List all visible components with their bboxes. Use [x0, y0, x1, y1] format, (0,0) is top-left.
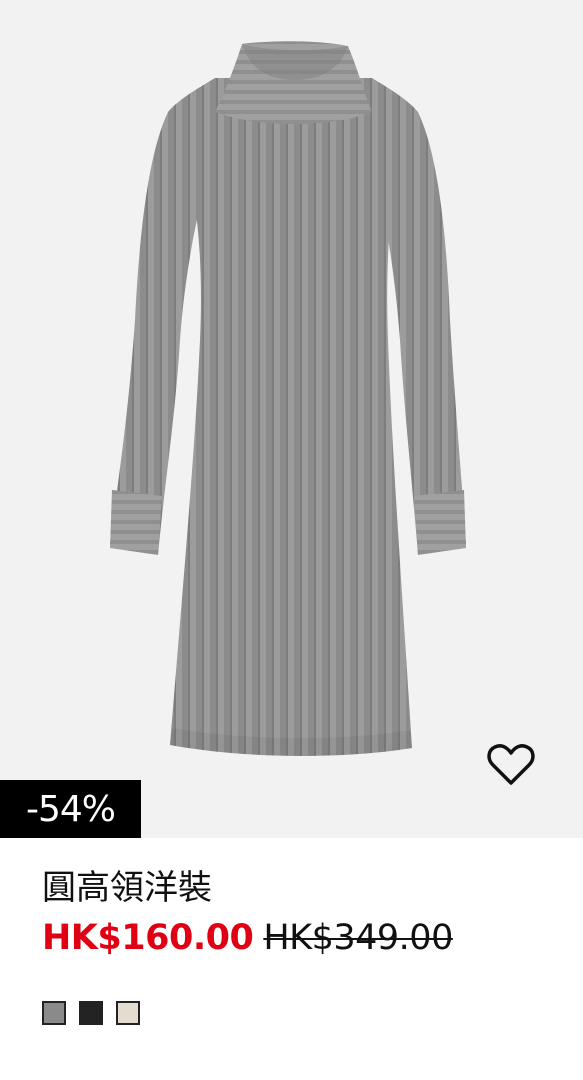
- favorite-button[interactable]: [486, 742, 536, 788]
- product-image-area[interactable]: -54%: [0, 0, 583, 838]
- discount-badge: -54%: [0, 780, 141, 838]
- product-title[interactable]: 圓高領洋裝: [42, 866, 563, 910]
- swatch-beige[interactable]: [116, 1001, 140, 1025]
- product-info: 圓高領洋裝 HK$160.00 HK$349.00: [42, 866, 563, 966]
- original-price: HK$349.00: [263, 918, 453, 958]
- heart-outline-icon: [487, 744, 535, 785]
- price-row: HK$160.00 HK$349.00: [42, 916, 563, 966]
- product-image[interactable]: [0, 0, 583, 838]
- swatch-gray[interactable]: [42, 1001, 66, 1025]
- swatch-black[interactable]: [79, 1001, 103, 1025]
- sale-price: HK$160.00: [42, 918, 254, 958]
- color-swatches: [42, 1001, 140, 1025]
